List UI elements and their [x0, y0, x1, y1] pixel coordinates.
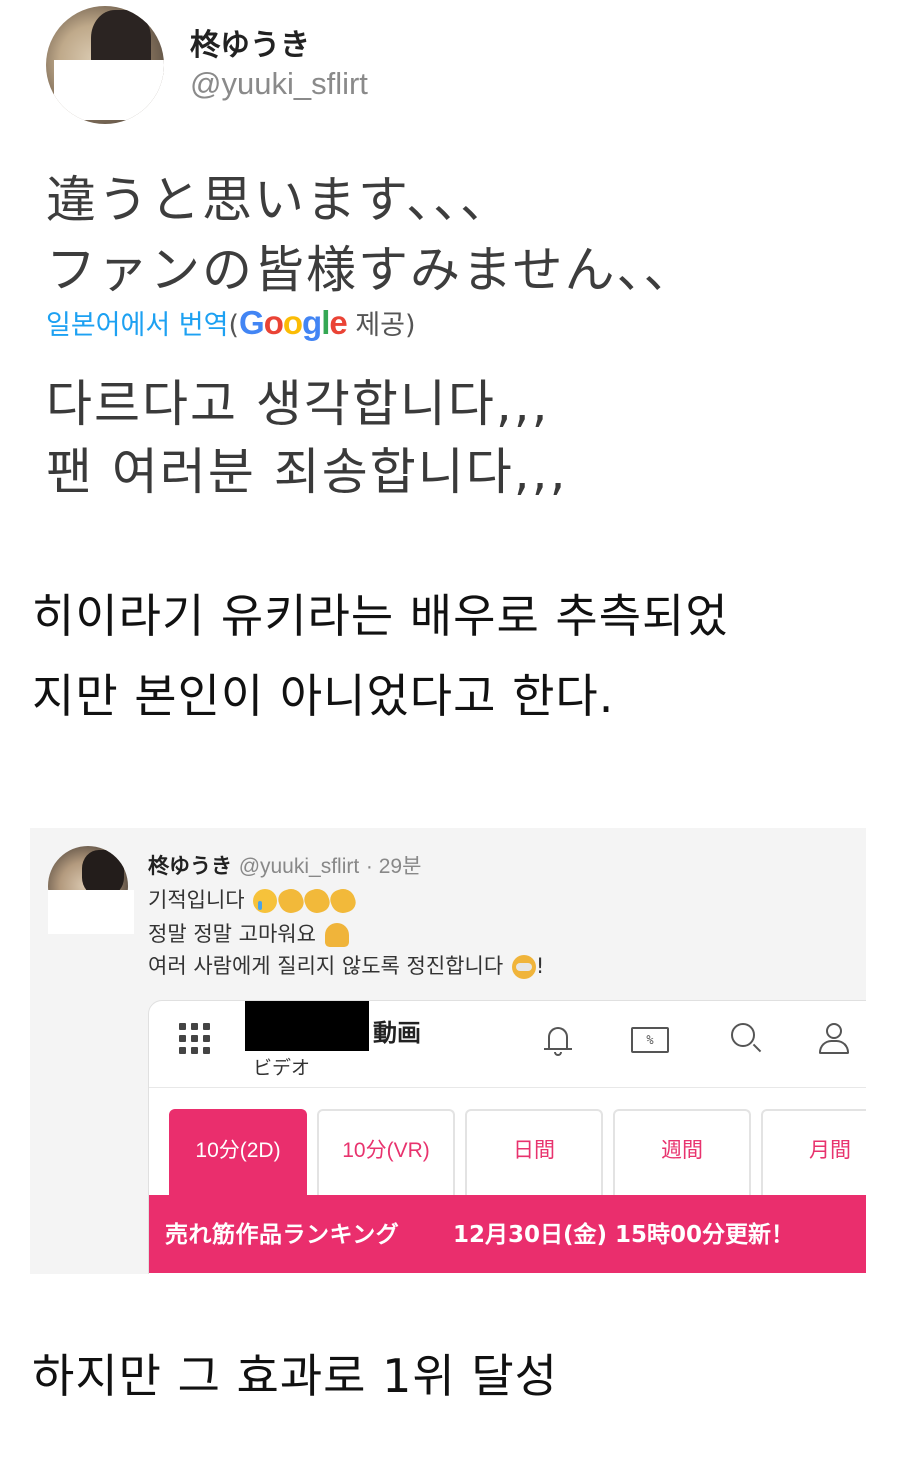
caption-line2: 지만 본인이 아니었다고 한다.	[32, 669, 615, 723]
crying-face-icon	[253, 889, 278, 913]
clapping-hands-icon	[301, 885, 333, 917]
caption-bottom: 하지만 그 효과로 1위 달성	[32, 1349, 558, 1403]
tweet-line1: 기적입니다	[148, 884, 359, 917]
tweet-time[interactable]: · 29분	[366, 855, 422, 878]
grid-menu-icon[interactable]	[179, 1023, 213, 1057]
section-title: 動画	[373, 1019, 421, 1047]
tweet-line2-text: 정말 정말 고마워요	[148, 922, 316, 946]
tab-10min-vr[interactable]: 10分(VR)	[317, 1109, 455, 1199]
tab-10min-2d[interactable]: 10分(2D)	[169, 1109, 307, 1199]
user-icon[interactable]	[817, 1021, 851, 1055]
tab-weekly[interactable]: 週間	[613, 1109, 751, 1199]
bell-icon[interactable]	[543, 1021, 573, 1057]
section-subtitle: ビデオ	[253, 1057, 311, 1079]
user-handle[interactable]: @yuuki_sflirt	[190, 66, 368, 102]
tweet-header: 柊ゆうき @yuuki_sflirt · 29분	[148, 850, 421, 880]
steam-face-icon	[511, 955, 536, 979]
tab-daily[interactable]: 日間	[465, 1109, 603, 1199]
tab-monthly[interactable]: 月間	[761, 1109, 866, 1199]
tweet-line3: 여러 사람에게 질리지 않도록 정진합니다 !	[148, 950, 544, 980]
tweet-line3-text: 여러 사람에게 질리지 않도록 정진합니다	[148, 954, 504, 978]
tweet-text-kr-line1: 다르다고 생각합니다,,,	[46, 375, 550, 433]
translation-provided: 제공)	[346, 310, 416, 341]
tweet-line3-end: !	[535, 954, 545, 978]
translation-label[interactable]: 일본어에서 번역	[46, 310, 228, 341]
bowing-person-icon	[324, 923, 349, 947]
avatar-redaction	[48, 890, 134, 934]
avatar[interactable]	[46, 6, 164, 124]
translation-notice[interactable]: 일본어에서 번역(Google 제공)	[46, 303, 416, 342]
tweet-text-kr-line2: 팬 여러분 죄송합니다,,,	[46, 443, 568, 501]
user-handle[interactable]: @yuuki_sflirt	[239, 855, 360, 878]
header-divider	[149, 1087, 866, 1088]
clapping-hands-icon	[275, 885, 307, 917]
display-name[interactable]: 柊ゆうき	[148, 854, 232, 878]
ranking-title: 売れ筋作品ランキング	[165, 1222, 400, 1248]
caption-line1: 히이라기 유키라는 배우로 추측되었	[32, 589, 729, 643]
display-name[interactable]: 柊ゆうき	[190, 20, 310, 64]
tweet-line2: 정말 정말 고마워요	[148, 918, 349, 948]
ranking-banner: 売れ筋作品ランキング 12月30日(金) 15時00分更新！	[149, 1195, 866, 1273]
tweet-translation: 柊ゆうき @yuuki_sflirt 違うと思います、、、 ファンの皆様すみませ…	[0, 0, 900, 510]
embedded-ranking-card[interactable]: 動画 ビデオ % 10分(2D) 10分(VR) 日間 週間 月間 売れ筋作品ラ…	[148, 1000, 866, 1274]
coupon-icon[interactable]: %	[631, 1027, 669, 1053]
translation-paren: (	[228, 310, 240, 341]
tweet-line1-text: 기적입니다	[148, 888, 245, 912]
tweet-text-jp-line1: 違うと思います、、、	[46, 171, 512, 229]
search-icon[interactable]	[729, 1021, 763, 1055]
ranking-update-time: 12月30日(金) 15時00分更新！	[453, 1222, 795, 1248]
clapping-hands-icon	[327, 885, 359, 917]
logo-redaction	[245, 1001, 369, 1051]
google-logo: Google	[239, 304, 348, 341]
tweet-with-ranking-card: 柊ゆうき @yuuki_sflirt · 29분 기적입니다 정말 정말 고마워…	[30, 828, 866, 1274]
avatar-redaction	[54, 60, 164, 120]
tweet-text-jp-line2: ファンの皆様すみません、、	[46, 241, 696, 299]
